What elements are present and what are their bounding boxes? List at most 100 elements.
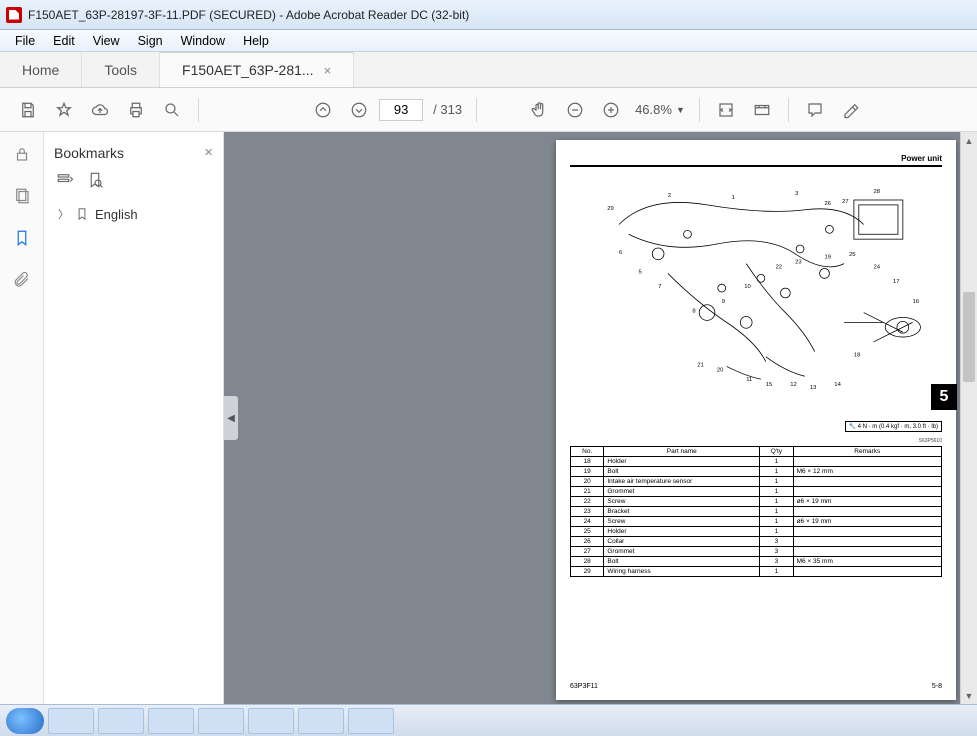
zoom-level-dropdown[interactable]: 46.8% ▼ <box>631 102 689 117</box>
document-viewer[interactable]: ◀ Power unit <box>224 132 960 704</box>
hand-tool-button[interactable] <box>523 94 555 126</box>
svg-text:13: 13 <box>810 385 817 391</box>
window-titlebar: F150AET_63P-28197-3F-11.PDF (SECURED) - … <box>0 0 977 30</box>
svg-text:10: 10 <box>744 284 751 290</box>
th-no: No. <box>571 447 604 457</box>
window-title: F150AET_63P-28197-3F-11.PDF (SECURED) - … <box>28 8 469 22</box>
svg-text:17: 17 <box>893 279 900 285</box>
svg-text:27: 27 <box>842 199 849 205</box>
tab-bar: Home Tools F150AET_63P-281... × <box>0 52 977 88</box>
table-row: 23Bracket1 <box>571 507 942 517</box>
document-page: Power unit <box>556 140 956 700</box>
zoom-out-button[interactable] <box>559 94 591 126</box>
page-up-button[interactable] <box>307 94 339 126</box>
th-name: Part name <box>604 447 760 457</box>
search-button[interactable] <box>156 94 188 126</box>
menu-edit[interactable]: Edit <box>44 32 84 50</box>
scroll-down-icon[interactable]: ▼ <box>961 687 977 704</box>
svg-text:22: 22 <box>776 265 783 271</box>
svg-text:29: 29 <box>607 206 614 212</box>
svg-text:9: 9 <box>722 299 725 305</box>
taskbar-item[interactable] <box>298 708 344 734</box>
fit-width-button[interactable] <box>710 94 742 126</box>
torque-spec: 🔧 4 N · m (0.4 kgf · m, 3.0 ft · lb) <box>570 421 942 432</box>
bookmarks-title: Bookmarks <box>54 145 124 161</box>
read-mode-button[interactable] <box>746 94 778 126</box>
section-header: Power unit <box>570 154 942 167</box>
scroll-up-icon[interactable]: ▲ <box>961 132 977 149</box>
menu-view[interactable]: View <box>84 32 129 50</box>
tab-document-label: F150AET_63P-281... <box>182 62 314 78</box>
highlight-button[interactable] <box>835 94 867 126</box>
th-remarks: Remarks <box>793 447 941 457</box>
svg-text:11: 11 <box>746 377 752 383</box>
bookmark-item-english[interactable]: 〉 English <box>54 206 213 222</box>
star-button[interactable] <box>48 94 80 126</box>
svg-text:1: 1 <box>732 195 735 201</box>
taskbar-item[interactable] <box>98 708 144 734</box>
footer-right: 5-8 <box>932 683 942 690</box>
table-row: 22Screw1ø6 × 19 mm <box>571 497 942 507</box>
rail-thumbnails-icon[interactable] <box>10 184 34 208</box>
menu-window[interactable]: Window <box>172 32 234 50</box>
taskbar-item[interactable] <box>148 708 194 734</box>
bookmark-find-button[interactable] <box>86 171 104 192</box>
toolbar-separator <box>699 98 700 122</box>
svg-text:24: 24 <box>873 265 880 271</box>
svg-text:16: 16 <box>913 299 920 305</box>
zoom-in-button[interactable] <box>595 94 627 126</box>
svg-text:14: 14 <box>834 382 841 388</box>
page-number-input[interactable] <box>379 99 423 121</box>
print-button[interactable] <box>120 94 152 126</box>
comment-button[interactable] <box>799 94 831 126</box>
taskbar-item[interactable] <box>48 708 94 734</box>
bookmark-icon <box>75 207 89 221</box>
rail-attachments-icon[interactable] <box>10 268 34 292</box>
selection-tool-button[interactable] <box>487 94 519 126</box>
main-area: Bookmarks × 〉 English ◀ Power unit <box>0 132 977 704</box>
vertical-scrollbar[interactable]: ▲ ▼ <box>960 132 977 704</box>
page-down-button[interactable] <box>343 94 375 126</box>
svg-text:3: 3 <box>795 191 798 197</box>
collapse-panel-button[interactable]: ◀ <box>224 396 238 440</box>
save-button[interactable] <box>12 94 44 126</box>
taskbar-item[interactable] <box>248 708 294 734</box>
menu-help[interactable]: Help <box>234 32 278 50</box>
taskbar-item[interactable] <box>198 708 244 734</box>
toolbar-separator <box>476 98 477 122</box>
page-total-label: / 313 <box>433 102 462 117</box>
toolbar-separator <box>788 98 789 122</box>
table-row: 26Collar3 <box>571 537 942 547</box>
cloud-button[interactable] <box>84 94 116 126</box>
table-row: 24Screw1ø6 × 19 mm <box>571 517 942 527</box>
tab-close-icon[interactable]: × <box>324 63 332 78</box>
table-row: 18Holder1 <box>571 457 942 467</box>
chevron-down-icon: ▼ <box>676 105 685 115</box>
taskbar-item[interactable] <box>348 708 394 734</box>
rail-bookmarks-icon[interactable] <box>10 226 34 250</box>
expand-icon[interactable]: 〉 <box>58 206 69 222</box>
svg-text:25: 25 <box>849 252 856 258</box>
menubar: File Edit View Sign Window Help <box>0 30 977 52</box>
table-row: 25Holder1 <box>571 527 942 537</box>
tab-home[interactable]: Home <box>0 52 82 87</box>
menu-sign[interactable]: Sign <box>129 32 172 50</box>
menu-file[interactable]: File <box>6 32 44 50</box>
svg-text:8: 8 <box>692 309 695 315</box>
close-panel-icon[interactable]: × <box>204 144 213 161</box>
svg-text:6: 6 <box>619 250 622 256</box>
table-row: 20Intake air temperature sensor1 <box>571 477 942 487</box>
rail-lock-icon[interactable] <box>10 142 34 166</box>
tab-document[interactable]: F150AET_63P-281... × <box>160 52 354 87</box>
bookmark-label: English <box>95 207 138 222</box>
parts-diagram: 292 13 2627 286 57 89 1022 2319 2524 171… <box>570 173 942 413</box>
acrobat-icon <box>6 7 22 23</box>
table-row: 29Wiring harness1 <box>571 567 942 577</box>
svg-text:12: 12 <box>790 382 797 388</box>
tab-tools[interactable]: Tools <box>82 52 160 87</box>
bookmark-options-button[interactable] <box>56 171 74 192</box>
bookmarks-panel: Bookmarks × 〉 English <box>44 132 224 704</box>
scroll-thumb[interactable] <box>963 292 975 382</box>
start-button[interactable] <box>6 708 44 734</box>
table-row: 28Bolt3M6 × 35 mm <box>571 557 942 567</box>
